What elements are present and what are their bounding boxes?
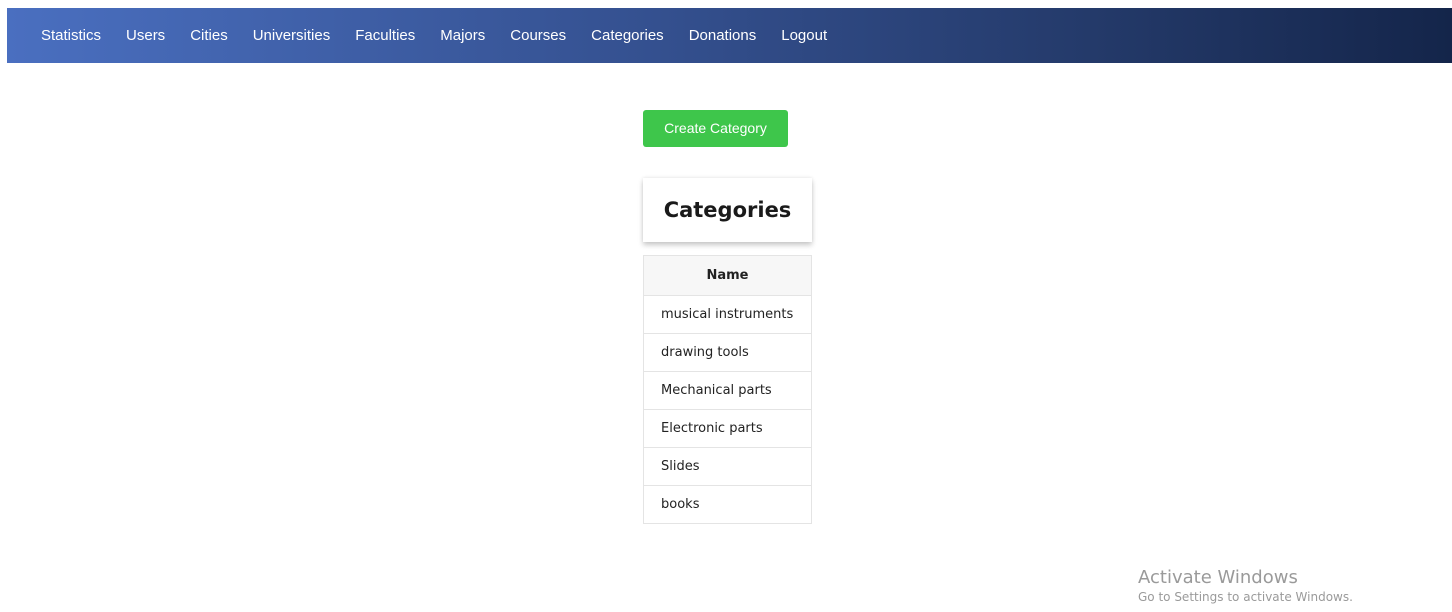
nav-statistics[interactable]: Statistics — [41, 27, 101, 44]
nav-cities[interactable]: Cities — [190, 27, 228, 44]
column-header-name: Name — [643, 255, 812, 296]
table-cell-name: drawing tools — [643, 333, 812, 372]
top-navbar: Statistics Users Cities Universities Fac… — [7, 8, 1452, 63]
table-cell-name: Mechanical parts — [643, 371, 812, 410]
nav-faculties[interactable]: Faculties — [355, 27, 415, 44]
nav-logout[interactable]: Logout — [781, 27, 827, 44]
table-row: books — [643, 485, 812, 524]
categories-table: Name musical instruments drawing tools M… — [643, 255, 812, 524]
table-row: musical instruments — [643, 295, 812, 334]
page-title: Categories — [663, 198, 792, 222]
watermark-subtitle: Go to Settings to activate Windows. — [1138, 590, 1353, 604]
nav-courses[interactable]: Courses — [510, 27, 566, 44]
table-row: Electronic parts — [643, 409, 812, 448]
table-header-row: Name — [643, 255, 812, 296]
nav-donations[interactable]: Donations — [689, 27, 757, 44]
table-cell-name: Electronic parts — [643, 409, 812, 448]
table-row: Mechanical parts — [643, 371, 812, 410]
table-cell-name: Slides — [643, 447, 812, 486]
page-title-card: Categories — [643, 178, 812, 242]
nav-universities[interactable]: Universities — [253, 27, 331, 44]
nav-majors[interactable]: Majors — [440, 27, 485, 44]
nav-categories[interactable]: Categories — [591, 27, 664, 44]
activate-windows-watermark: Activate Windows Go to Settings to activ… — [1138, 567, 1353, 605]
table-row: drawing tools — [643, 333, 812, 372]
nav-users[interactable]: Users — [126, 27, 165, 44]
table-cell-name: musical instruments — [643, 295, 812, 334]
create-category-button[interactable]: Create Category — [643, 110, 788, 147]
table-cell-name: books — [643, 485, 812, 524]
table-row: Slides — [643, 447, 812, 486]
watermark-title: Activate Windows — [1138, 567, 1298, 588]
